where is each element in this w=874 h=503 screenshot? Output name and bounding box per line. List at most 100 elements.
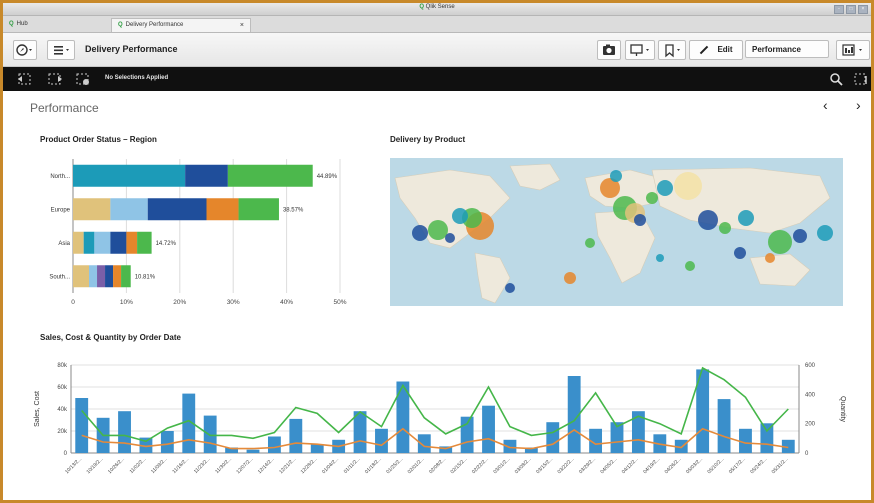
y-tick-label: 20k [57, 429, 68, 435]
x-tick-label: 03/29/2... [578, 456, 597, 475]
category-label: Asia [58, 241, 70, 247]
qlik-tab-icon: Q [118, 22, 123, 28]
tab-bar: Q Hub Q Delivery Performance × [3, 16, 871, 33]
sheet-selector[interactable]: Performance [745, 40, 829, 58]
step-back-icon[interactable] [17, 72, 33, 86]
x-tick-label: 02/22/2... [471, 456, 490, 475]
category-label: North... [50, 174, 70, 180]
x-tick-label: 01/11/2... [343, 456, 362, 475]
sales-cost-quantity-chart[interactable]: 0 20k 40k 60k 80k 0 200 400 600 Sales, Cost Quanti… [29, 353, 859, 498]
close-window-button[interactable]: × [858, 5, 868, 14]
qlik-tab-icon: Q [9, 21, 14, 27]
presentation-icon [630, 44, 649, 56]
x-tick-label: 11/30/2... [214, 456, 233, 475]
title-bar: Q Qlik Sense - □ × [3, 3, 871, 16]
bar-sales [310, 444, 324, 453]
bar-sales [289, 418, 303, 453]
bar-segment [147, 198, 207, 221]
list-menu-icon [54, 46, 69, 55]
navigation-menu-button[interactable] [13, 40, 37, 60]
y-tick-label: 0 [64, 451, 68, 457]
delivery-map[interactable] [390, 158, 843, 306]
pencil-icon [700, 45, 709, 55]
next-sheet-button[interactable]: › [856, 97, 861, 113]
selections-tool-icon[interactable] [853, 72, 869, 86]
y2-tick-label: 0 [805, 451, 809, 457]
story-button[interactable] [625, 40, 655, 60]
clear-selections-icon[interactable] [75, 72, 91, 86]
edit-label: Edit [717, 45, 733, 54]
x-tick-label: 05/31/2... [771, 456, 790, 475]
previous-sheet-button[interactable]: ‹ [823, 97, 828, 113]
bar-segment [73, 164, 186, 187]
bar-segment [94, 231, 111, 254]
selections-bar: No Selections Applied [3, 67, 871, 91]
bookmark-icon [665, 44, 680, 58]
bar-segment [73, 198, 111, 221]
data-label: 38.57% [283, 207, 304, 213]
sheets-grid-icon [842, 44, 862, 56]
data-label: 10.81% [135, 274, 156, 280]
tab-close-icon[interactable]: × [240, 19, 244, 32]
x-tick-label: 05/10/2... [706, 456, 725, 475]
tab-hub[interactable]: Q Hub [3, 18, 113, 31]
y2-axis-title: Quantity [839, 396, 846, 423]
bar-segment [238, 198, 279, 221]
x-tick-label: 04/19/2... [642, 456, 661, 475]
x-tick-label: 04/05/2... [599, 456, 618, 475]
global-menu-button[interactable] [47, 40, 75, 60]
x-tick-label: 03/01/2... [492, 456, 511, 475]
bar-sales [118, 411, 131, 453]
maximize-button[interactable]: □ [846, 5, 856, 14]
x-tick-label: 02/08/2... [428, 456, 447, 475]
x-tick-label: 03/22/2... [557, 456, 576, 475]
y-tick-label: 80k [57, 363, 68, 369]
bar-segment [83, 231, 95, 254]
chart-title-delivery-map: Delivery by Product [390, 135, 466, 144]
bar-sales [160, 431, 174, 453]
y-tick-label: 60k [57, 385, 68, 391]
sheets-view-button[interactable] [836, 40, 870, 60]
bar-segment [126, 231, 138, 254]
y-axis-title: Sales, Cost [34, 391, 41, 427]
x-tick-label: 01/18/2... [364, 456, 383, 475]
x-tick-label: 01/25/2... [385, 456, 404, 475]
y2-tick-label: 600 [805, 363, 816, 369]
compass-icon [16, 44, 32, 56]
search-icon[interactable] [829, 72, 843, 86]
bar-segment [121, 265, 131, 288]
bar-segment [137, 231, 152, 254]
bar-segment [113, 265, 122, 288]
bar-segment [206, 198, 239, 221]
app-title: Q Qlik Sense [3, 4, 871, 10]
x-tick-label: 10/13/2... [64, 456, 83, 475]
world-map [390, 158, 843, 306]
x-tick-label: 40% [280, 299, 293, 306]
bar-sales [267, 436, 281, 453]
bar-segment [227, 164, 313, 187]
bar-sales [353, 411, 367, 453]
bar-sales [760, 423, 774, 453]
edit-button[interactable]: Edit [689, 40, 743, 60]
step-forward-icon[interactable] [47, 72, 63, 86]
x-tick-label: 50% [333, 299, 346, 306]
minimize-button[interactable]: - [834, 5, 844, 14]
tab-delivery-performance[interactable]: Q Delivery Performance × [111, 18, 251, 32]
bar-sales [203, 415, 217, 453]
x-tick-label: 11/23/2... [193, 456, 212, 475]
bookmark-button[interactable] [658, 40, 686, 60]
app-name: Delivery Performance [85, 44, 178, 54]
order-status-chart[interactable]: 0 10% 20% 30% 40% 50% North... 44.89% Europe 38.5… [38, 153, 358, 308]
bar-segment [73, 265, 90, 288]
x-tick-label: 04/26/2... [664, 456, 683, 475]
x-tick-label: 20% [173, 299, 186, 306]
x-tick-label: 11/16/2... [171, 456, 190, 475]
snapshot-button[interactable] [597, 40, 621, 60]
category-label: Europe [51, 207, 71, 213]
tab-delivery-label: Delivery Performance [125, 22, 184, 28]
data-label: 14.72% [156, 241, 177, 247]
bar-sales [482, 405, 495, 453]
x-tick-label: 0 [71, 299, 75, 306]
x-tick-label: 12/14/2... [257, 456, 276, 475]
bar-segment [105, 265, 114, 288]
